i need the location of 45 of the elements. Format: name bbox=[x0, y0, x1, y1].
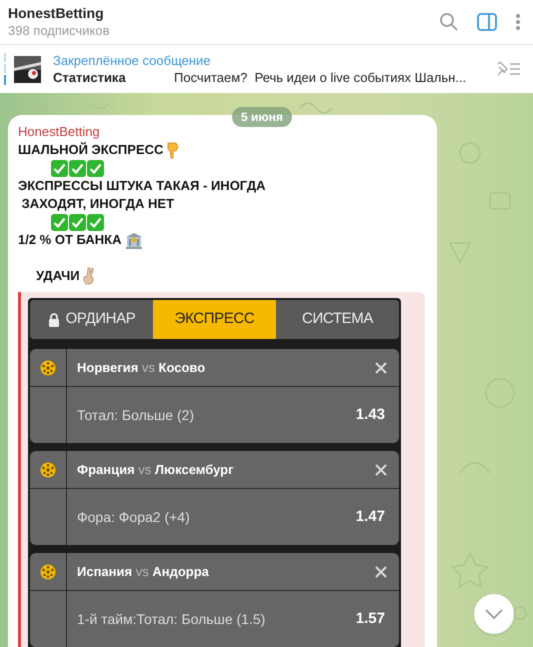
check-mark-icon bbox=[69, 214, 86, 230]
check-mark-icon bbox=[87, 160, 104, 176]
message-text: УДАЧИ bbox=[36, 267, 80, 285]
match-name: Франция vs Люксембург bbox=[77, 460, 234, 479]
slip-tab[interactable]: ЭКСПРЕСС bbox=[153, 300, 276, 339]
check-mark-icon bbox=[51, 214, 68, 230]
message-text: 1/2 % ОТ БАНКА bbox=[18, 231, 122, 249]
channel-title: HonestBetting bbox=[8, 4, 105, 22]
ball-icon bbox=[40, 462, 56, 478]
scroll-down-button[interactable] bbox=[474, 594, 514, 634]
pinned-preview: Посчитаем? Речь идеи о live событиях Шальн... bbox=[174, 69, 466, 86]
subscriber-count: 398 подписчиков bbox=[8, 22, 111, 40]
bet-market: 1-й тайм:Тотал: Больше (1.5) bbox=[77, 610, 266, 629]
message-text: ШАЛЬНОЙ ЭКСПРЕСС bbox=[18, 141, 164, 159]
ball-icon bbox=[40, 360, 56, 376]
ball-icon bbox=[40, 564, 56, 580]
pinned-label: Закреплённое сообщение bbox=[53, 52, 212, 69]
match-name: Испания vs Андорра bbox=[77, 562, 209, 581]
bet-market: Тотал: Больше (2) bbox=[77, 406, 194, 425]
message-author: HonestBetting bbox=[18, 123, 101, 141]
bet-market: Фора: Фора2 (+4) bbox=[77, 508, 190, 527]
crossed-fingers-icon bbox=[82, 267, 96, 285]
close-icon[interactable] bbox=[375, 566, 387, 578]
bank-icon bbox=[125, 232, 144, 248]
bet-odds: 1.57 bbox=[356, 608, 385, 629]
check-mark-icon bbox=[69, 160, 86, 176]
chevron-down-icon bbox=[485, 609, 503, 619]
message-text: ЭКСПРЕССЫ ШТУКА ТАКАЯ - ИНОГДА bbox=[18, 177, 266, 195]
pointing-down-hand-icon bbox=[167, 142, 180, 158]
sidebar-toggle-icon[interactable] bbox=[477, 13, 497, 31]
bet-odds: 1.43 bbox=[356, 404, 385, 425]
message-text: ЗАХОДЯТ, ИНОГДА НЕТ bbox=[20, 195, 174, 213]
close-icon[interactable] bbox=[375, 464, 387, 476]
bet-odds: 1.47 bbox=[356, 506, 385, 527]
pin-list-icon[interactable] bbox=[495, 60, 521, 78]
check-mark-icon bbox=[51, 160, 68, 176]
lock-icon bbox=[48, 312, 60, 326]
pinned-indicator-icon bbox=[4, 53, 7, 85]
more-icon[interactable] bbox=[515, 13, 521, 31]
pinned-title: Статистика bbox=[53, 69, 127, 86]
match-name: Норвегия vs Косово bbox=[77, 358, 206, 377]
close-icon[interactable] bbox=[375, 362, 387, 374]
search-icon[interactable] bbox=[439, 12, 459, 32]
check-mark-icon bbox=[87, 214, 104, 230]
date-badge: 5 июня bbox=[232, 107, 292, 127]
